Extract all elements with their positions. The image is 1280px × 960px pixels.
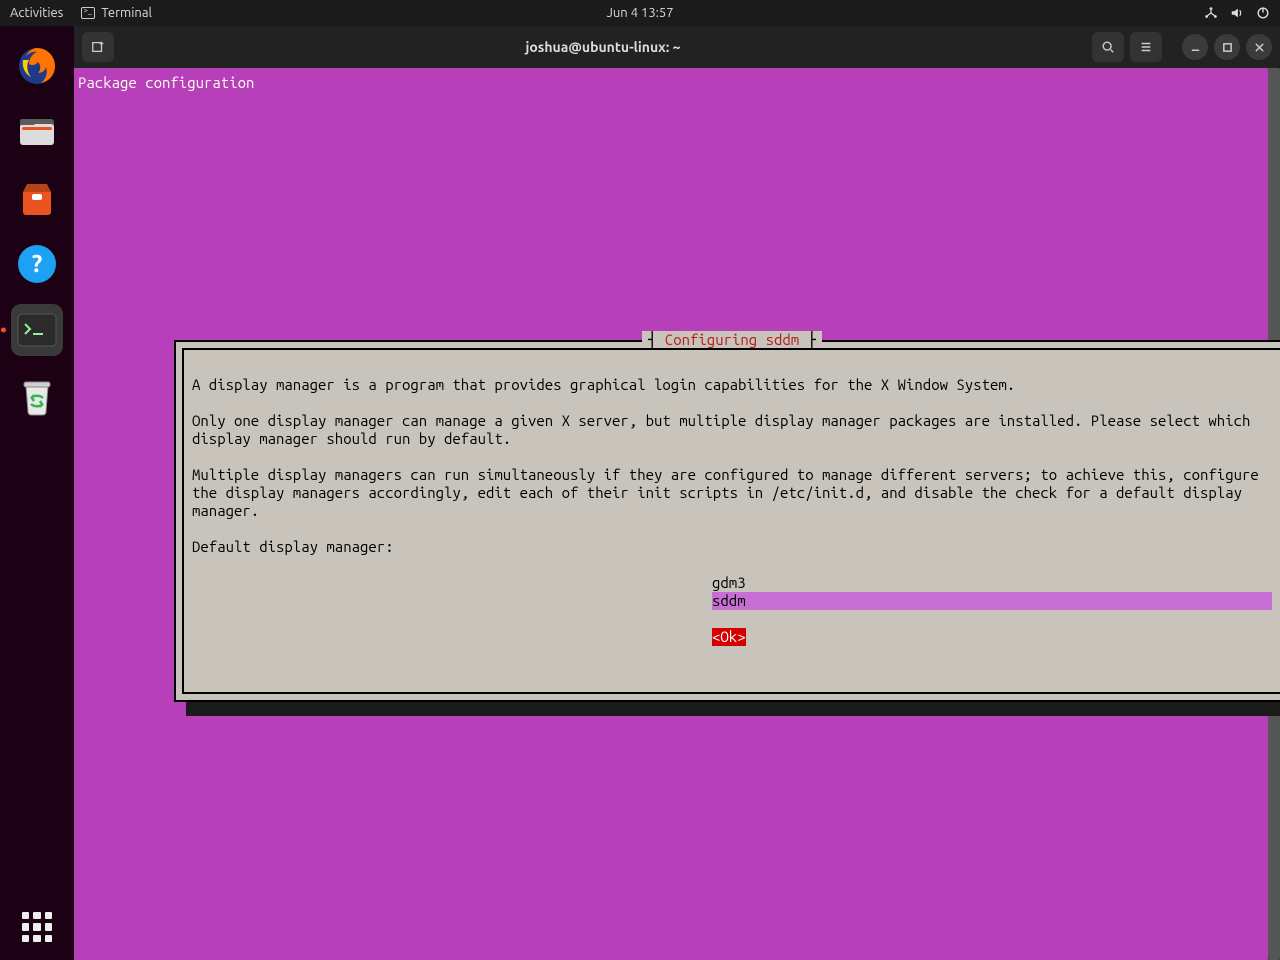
close-icon [1254,42,1265,53]
topbar-app-indicator[interactable]: Terminal [81,6,152,20]
ubuntu-dock: ? [0,26,74,960]
system-status-area[interactable] [1204,6,1270,20]
terminal-icon [81,7,95,19]
dialog-paragraph-1: A display manager is a program that prov… [192,376,1015,393]
apps-grid-icon [22,912,52,942]
volume-icon [1230,6,1244,20]
new-tab-button[interactable] [82,32,114,62]
dock-item-software[interactable] [11,172,63,224]
show-applications-button[interactable] [0,912,74,942]
dialog-paragraph-2: Only one display manager can manage a gi… [192,412,1259,447]
debconf-dialog: ┤ Configuring sddm ├ A display manager i… [174,340,1280,702]
dialog-prompt: Default display manager: [192,538,394,555]
topbar-app-label: Terminal [101,6,152,20]
dock-item-firefox[interactable] [11,40,63,92]
terminal-app-icon [17,313,57,347]
dock-item-terminal[interactable] [11,304,63,356]
maximize-button[interactable] [1214,34,1240,60]
search-icon [1101,40,1115,54]
firefox-icon [15,44,59,88]
gnome-topbar: Activities Terminal Jun 4 13:57 [0,0,1280,26]
files-icon [15,110,59,154]
search-button[interactable] [1092,32,1124,62]
dialog-paragraph-3: Multiple display managers can run simult… [192,466,1267,519]
minimize-icon [1190,42,1201,53]
software-icon [15,176,59,220]
window-titlebar: joshua@ubuntu-linux: ~ [74,26,1280,68]
minimize-button[interactable] [1182,34,1208,60]
close-button[interactable] [1246,34,1272,60]
dialog-title: Configuring sddm [665,331,799,348]
help-icon: ? [15,242,59,286]
svg-text:?: ? [32,250,43,277]
dialog-title-frame: ┤ Configuring sddm ├ [642,331,822,349]
option-gdm3[interactable]: gdm3 [712,574,1272,592]
hamburger-icon [1139,40,1153,54]
maximize-icon [1222,42,1233,53]
power-icon [1256,6,1270,20]
window-title: joshua@ubuntu-linux: ~ [114,39,1092,55]
hamburger-menu-button[interactable] [1130,32,1162,62]
dock-item-files[interactable] [11,106,63,158]
trash-icon [17,374,57,418]
dock-item-trash[interactable] [11,370,63,422]
topbar-clock[interactable]: Jun 4 13:57 [606,6,673,20]
package-config-header: Package configuration [78,74,254,92]
activities-button[interactable]: Activities [10,6,63,20]
network-icon [1204,6,1218,20]
ok-button[interactable]: <Ok> [712,628,746,646]
dock-item-help[interactable]: ? [11,238,63,290]
option-sddm[interactable]: sddm [712,592,1272,610]
terminal-viewport[interactable]: Package configuration ┤ Configuring sddm… [74,68,1280,960]
terminal-window: joshua@ubuntu-linux: ~ [74,26,1280,960]
